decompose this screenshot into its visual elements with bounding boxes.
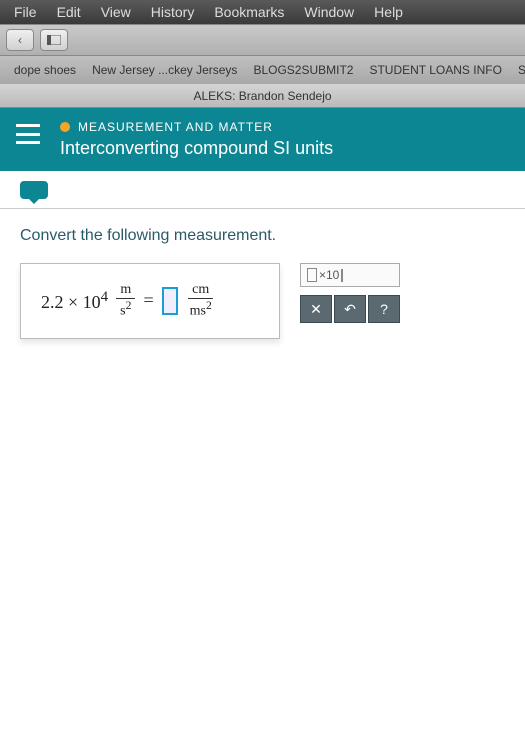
lhs-denominator: s2 (116, 299, 135, 320)
status-dot-icon (60, 122, 70, 132)
bookmark-item[interactable]: dope shoes (6, 63, 84, 77)
equation-box: 2.2 × 104 m s2 = cm ms2 (20, 263, 280, 339)
coefficient: 2.2 × 104 (41, 289, 108, 313)
undo-button[interactable]: ↶ (334, 295, 366, 323)
bookmark-item[interactable]: New Jersey ...ckey Jerseys (84, 63, 245, 77)
clear-button[interactable]: ✕ (300, 295, 332, 323)
bookmarks-bar: dope shoes New Jersey ...ckey Jerseys BL… (0, 56, 525, 84)
breadcrumb-bar (0, 171, 525, 209)
sidebar-toggle-button[interactable] (40, 29, 68, 51)
answer-input[interactable] (162, 287, 178, 315)
sci-notation-template[interactable]: ×10 (300, 263, 400, 287)
sidebar-icon (47, 35, 61, 45)
tab-title: ALEKS: Brandon Sendejo (0, 84, 525, 108)
menu-view[interactable]: View (91, 4, 141, 20)
browser-toolbar: ‹ (0, 24, 525, 56)
rhs-denominator: ms2 (186, 299, 216, 320)
menu-file[interactable]: File (4, 4, 47, 20)
placeholder-box-icon (307, 268, 317, 282)
bookmark-item[interactable]: STUDENT (510, 63, 525, 77)
topic-title: Interconverting compound SI units (60, 138, 333, 159)
question-prompt: Convert the following measurement. (20, 227, 505, 245)
breadcrumb-dropdown[interactable] (20, 181, 48, 199)
placeholder-box-icon (341, 269, 343, 282)
menu-bookmarks[interactable]: Bookmarks (204, 4, 294, 20)
os-menubar: File Edit View History Bookmarks Window … (0, 0, 525, 24)
help-button[interactable]: ? (368, 295, 400, 323)
exponent: 4 (101, 289, 109, 305)
menu-edit[interactable]: Edit (47, 4, 91, 20)
lhs-numerator: m (116, 282, 135, 299)
content-area: Convert the following measurement. 2.2 ×… (0, 209, 525, 729)
lhs-unit-fraction: m s2 (116, 282, 135, 320)
equals-sign: = (143, 290, 153, 311)
category-label: MEASUREMENT AND MATTER (78, 120, 273, 134)
input-tools: ×10 ✕ ↶ ? (300, 263, 400, 323)
menu-window[interactable]: Window (294, 4, 364, 20)
rhs-numerator: cm (188, 282, 213, 299)
back-button[interactable]: ‹ (6, 29, 34, 51)
aleks-header: MEASUREMENT AND MATTER Interconverting c… (0, 108, 525, 171)
rhs-unit-fraction: cm ms2 (186, 282, 216, 320)
topic-category: MEASUREMENT AND MATTER (60, 120, 333, 134)
hamburger-icon[interactable] (16, 124, 40, 144)
menu-history[interactable]: History (141, 4, 205, 20)
bookmark-item[interactable]: STUDENT LOANS INFO (361, 63, 509, 77)
bookmark-item[interactable]: BLOGS2SUBMIT2 (245, 63, 361, 77)
menu-help[interactable]: Help (364, 4, 413, 20)
